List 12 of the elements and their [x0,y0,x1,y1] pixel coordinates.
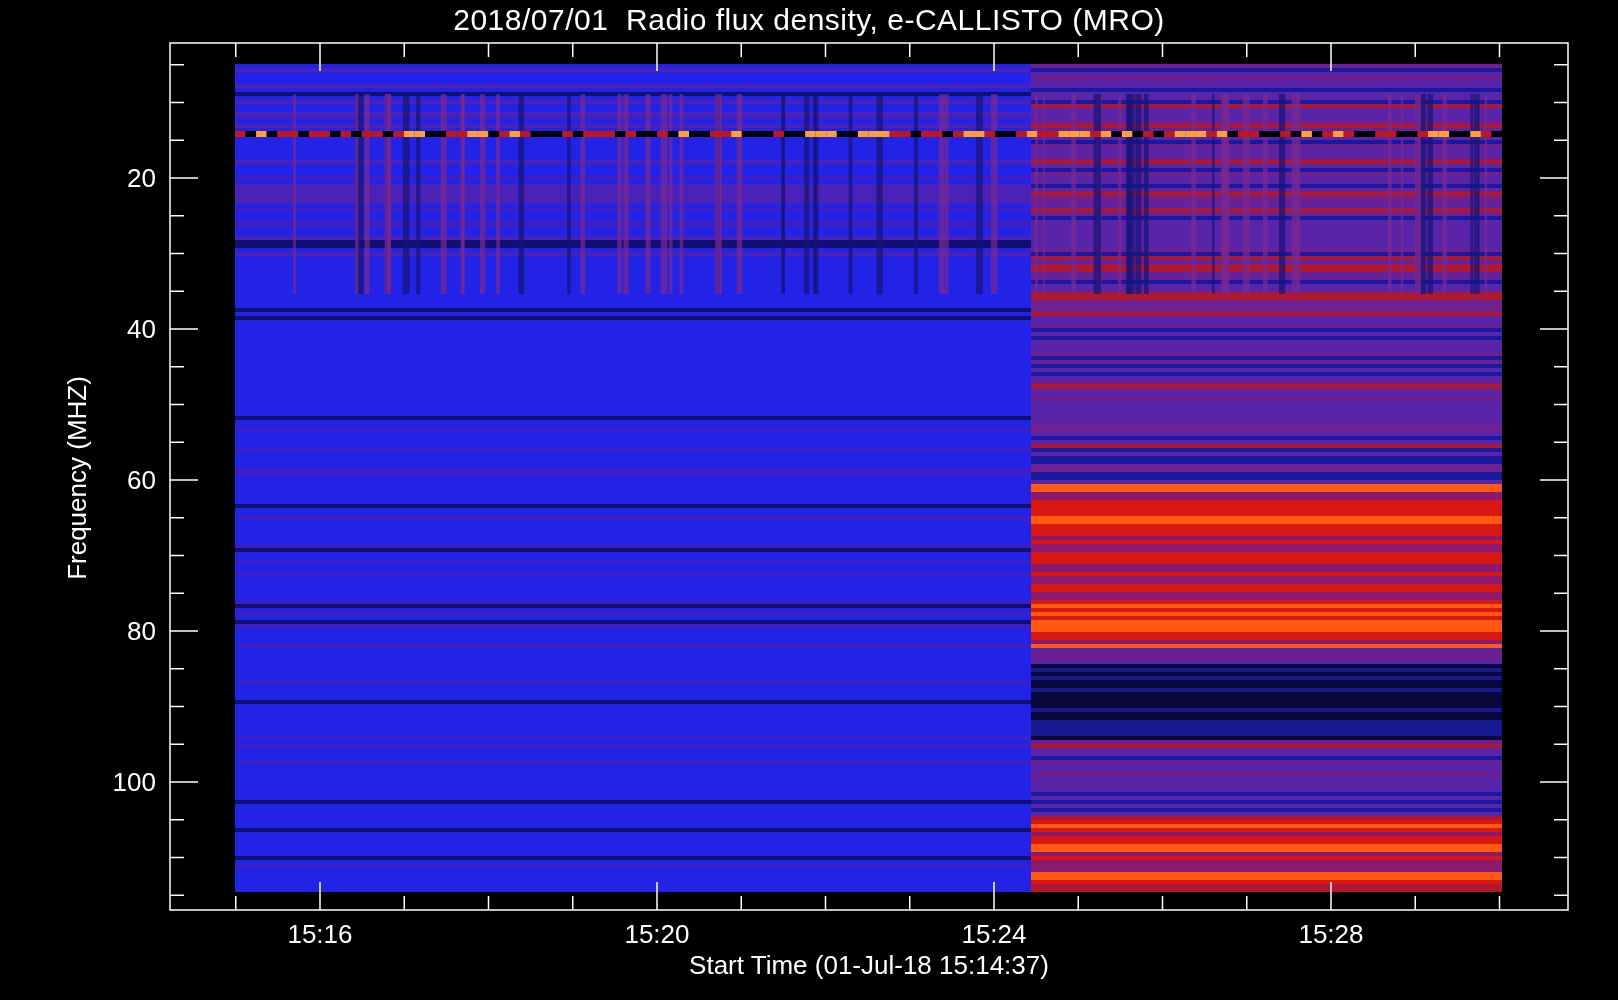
y-tick-label: 20 [127,163,156,193]
x-tick-label: 15:24 [961,919,1027,949]
y-tick-label: 100 [112,767,156,797]
y-axis-label: Frequency (MHZ) [62,376,92,580]
y-tick-label: 80 [127,616,156,646]
chart-title: 2018/07/01 Radio flux density, e-CALLISTO (MRO) [453,2,1165,38]
y-tick-label: 40 [127,314,156,344]
x-axis-label: Start Time (01-Jul-18 15:14:37) [689,950,1049,980]
x-tick-label: 15:28 [1298,919,1364,949]
y-tick-label: 60 [127,465,156,495]
x-tick-label: 15:20 [624,919,690,949]
x-tick-label: 15:16 [287,919,353,949]
